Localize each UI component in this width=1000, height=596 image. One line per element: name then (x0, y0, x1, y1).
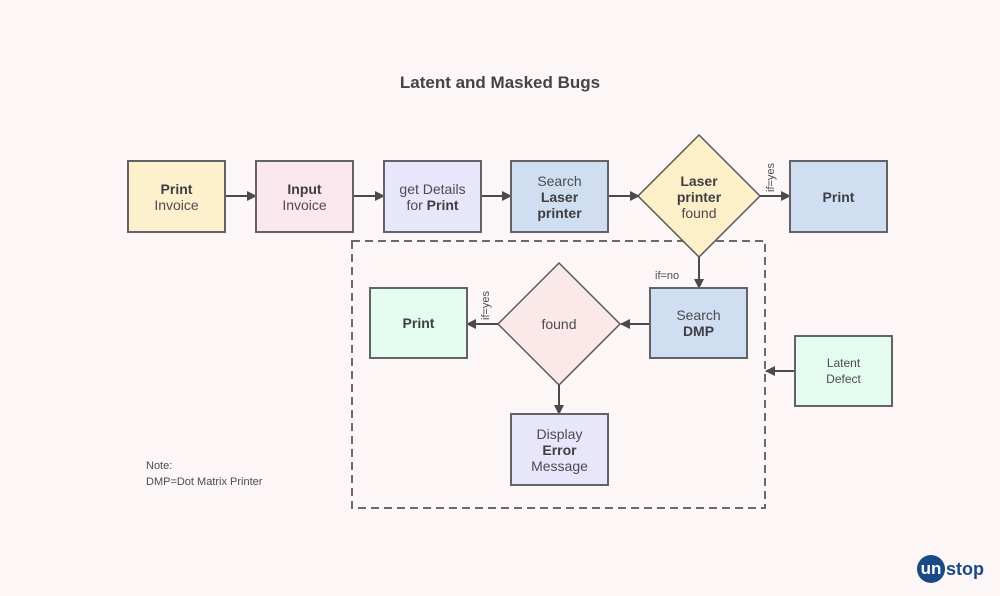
node-label: get Details (399, 180, 466, 197)
search-dmp-node: Search DMP (649, 287, 748, 359)
node-label: Print (426, 196, 459, 213)
get-details-node: get Details for Print (383, 160, 482, 233)
edge-label-yes-inner: if=yes (480, 290, 492, 320)
node-label: Message (531, 457, 588, 474)
node-label: Invoice (154, 196, 199, 213)
node-label: printer (537, 204, 582, 221)
node-label: found (681, 204, 717, 221)
node-label: Search (676, 307, 721, 323)
node-label: Latent (826, 356, 861, 370)
node-label: Laser (540, 188, 579, 205)
node-label: Search (537, 172, 582, 189)
input-invoice-node: Input Invoice (255, 160, 354, 233)
edge-label-yes-top: if=yes (765, 162, 777, 192)
node-label: found (541, 316, 577, 332)
node-label: Defect (826, 372, 861, 386)
node-label: Input (287, 180, 322, 197)
node-label: printer (676, 188, 722, 205)
node-label: for (406, 196, 427, 213)
node-label: Display (536, 425, 583, 442)
found-decision: found (509, 288, 609, 360)
laser-found-decision: Laser printer found (649, 160, 749, 233)
print-top-node: Print (789, 160, 888, 233)
node-label: Invoice (282, 196, 327, 213)
connectors (226, 133, 795, 509)
logo-mark: un (917, 555, 945, 583)
print-invoice-node: Print Invoice (127, 160, 226, 233)
node-label: Laser (680, 172, 718, 189)
note: Note: DMP=Dot Matrix Printer (146, 458, 262, 490)
node-label: DMP (682, 323, 715, 339)
node-label: Print (160, 180, 193, 197)
node-label: Print (822, 188, 855, 205)
print-inner-node: Print (369, 287, 468, 359)
node-label: Error (542, 441, 577, 458)
display-error-node: Display Error Message (510, 413, 609, 486)
note-heading: Note: (146, 460, 173, 472)
logo-text: stop (946, 558, 984, 579)
latent-defect-node: Latent Defect (794, 335, 893, 407)
node-label: Print (402, 315, 435, 331)
edge-label-no: if=no (655, 270, 680, 282)
note-text: DMP=Dot Matrix Printer (146, 476, 263, 488)
unstop-logo: un stop (917, 555, 984, 583)
search-laser-node: Search Laser printer (510, 160, 609, 233)
